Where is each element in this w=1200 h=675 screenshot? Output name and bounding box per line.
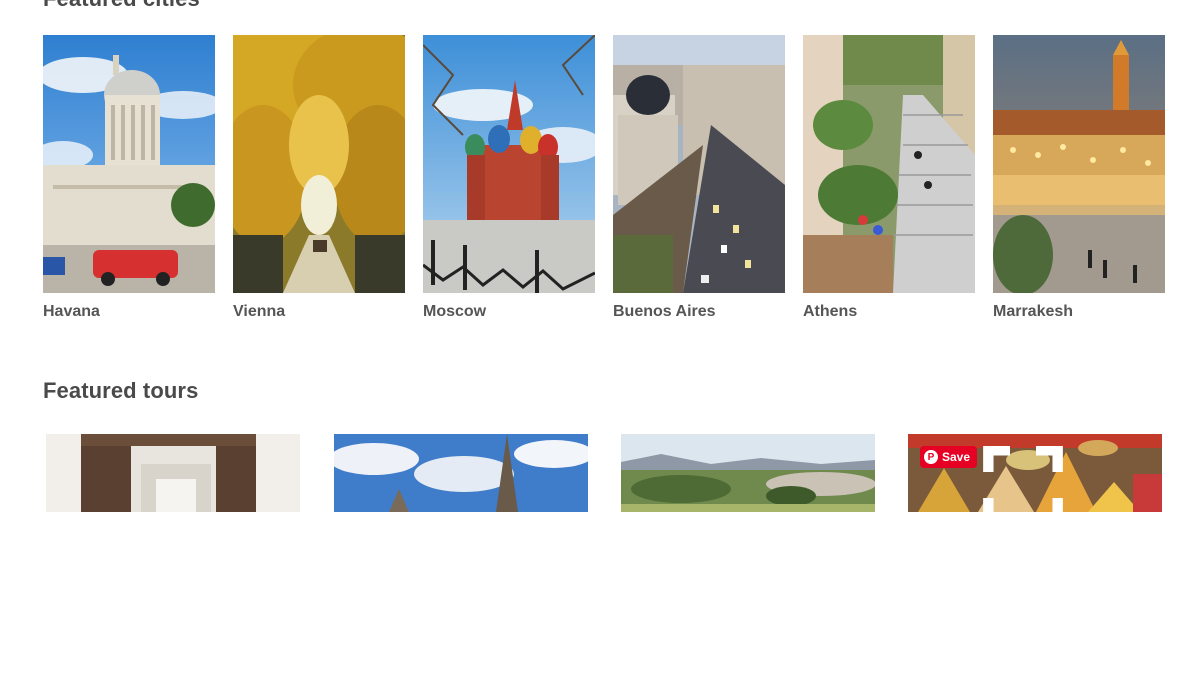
expand-icon[interactable] [908, 446, 1150, 512]
city-photo[interactable] [613, 35, 785, 293]
city-card-buenos-aires[interactable]: Buenos Aires [613, 35, 785, 321]
city-name[interactable]: Buenos Aires [613, 303, 785, 321]
tour-card[interactable] [334, 434, 588, 512]
city-name[interactable]: Vienna [233, 303, 405, 321]
city-card-marrakesh[interactable]: Marrakesh [993, 35, 1165, 321]
tour-card[interactable] [46, 434, 300, 512]
city-name[interactable]: Athens [803, 303, 975, 321]
city-photo[interactable] [993, 35, 1165, 293]
tour-card[interactable] [621, 434, 875, 512]
city-name[interactable]: Havana [43, 303, 215, 321]
city-photo[interactable] [43, 35, 215, 293]
city-photo[interactable] [423, 35, 595, 293]
tour-card[interactable]: P Save [908, 434, 1162, 512]
section-title-featured-cities: Featured cities [43, 0, 200, 12]
city-card-moscow[interactable]: Moscow [423, 35, 595, 321]
city-photo[interactable] [233, 35, 405, 293]
section-title-featured-tours: Featured tours [43, 378, 199, 403]
city-photo[interactable] [803, 35, 975, 293]
city-card-athens[interactable]: Athens [803, 35, 975, 321]
city-name[interactable]: Moscow [423, 303, 595, 321]
city-card-havana[interactable]: Havana [43, 35, 215, 321]
city-name[interactable]: Marrakesh [993, 303, 1165, 321]
city-card-vienna[interactable]: Vienna [233, 35, 405, 321]
